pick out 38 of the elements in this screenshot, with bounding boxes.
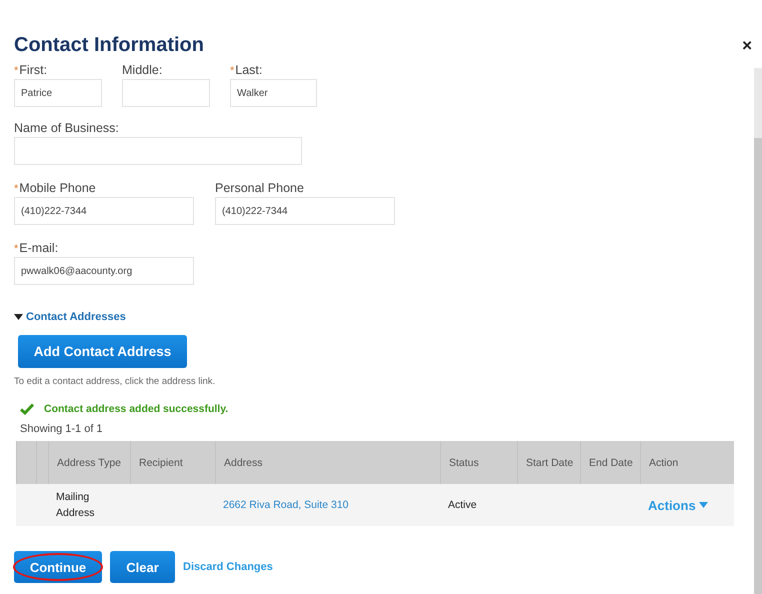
table-cell <box>16 484 36 526</box>
text-field[interactable] <box>122 79 210 107</box>
field-label: *Last: <box>230 63 264 79</box>
check-icon <box>20 403 34 415</box>
success-message: Contact address added successfully. <box>44 403 228 415</box>
column-header: Action <box>640 441 734 484</box>
field-label: Name of Business: <box>14 121 120 137</box>
add-address-button[interactable]: Add Contact Address <box>18 335 187 368</box>
caret-down-icon <box>698 502 708 508</box>
clear-button[interactable]: Clear <box>110 551 175 583</box>
dialog-title: Contact Information <box>14 34 204 57</box>
text-field[interactable]: Walker <box>230 79 317 107</box>
text-field[interactable]: (410)222-7344 <box>215 197 395 225</box>
table-cell: Mailing Address <box>48 484 130 526</box>
field-label: *First: <box>14 63 48 79</box>
column-header: Start Date <box>517 441 580 484</box>
caret-down-icon <box>14 314 23 320</box>
scrollbar[interactable] <box>754 68 762 594</box>
section-toggle[interactable]: Contact Addresses <box>14 311 754 323</box>
continue-button[interactable]: Continue <box>14 551 102 583</box>
field-label: *Mobile Phone <box>14 181 97 197</box>
text-field[interactable]: pwwalk06@aacounty.org <box>14 257 194 285</box>
text-field[interactable] <box>14 137 302 165</box>
hint-text: To edit a contact address, click the address link. <box>14 376 216 387</box>
column-header: End Date <box>580 441 640 484</box>
results-count: Showing 1-1 of 1 <box>20 423 104 435</box>
column-header: Address <box>215 441 440 484</box>
discard-link[interactable]: Discard Changes <box>183 561 273 573</box>
text-field[interactable]: (410)222-7344 <box>14 197 194 225</box>
column-header: Address Type <box>48 441 130 484</box>
column-header: Recipient <box>130 441 215 484</box>
text-field[interactable]: Patrice <box>14 79 102 107</box>
field-label: *E-mail: <box>14 241 60 257</box>
close-button[interactable]: × <box>740 36 754 56</box>
column-header: Status <box>440 441 517 484</box>
field-label: Personal Phone <box>215 181 305 197</box>
table-cell: Active <box>440 484 517 526</box>
field-label: Middle: <box>122 63 164 79</box>
